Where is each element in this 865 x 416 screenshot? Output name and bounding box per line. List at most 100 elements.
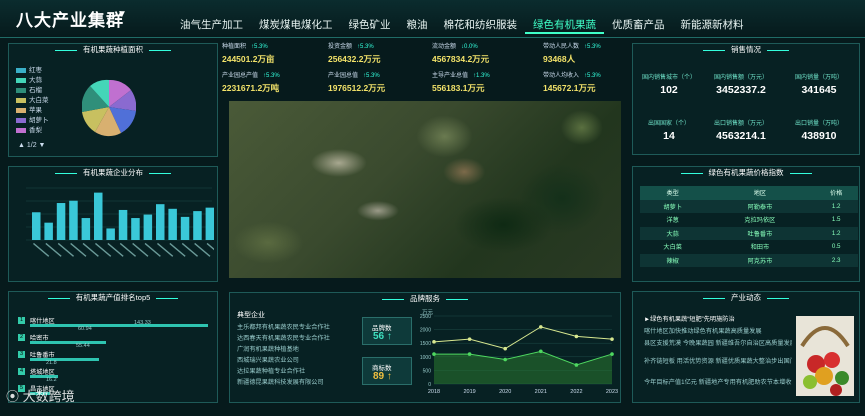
series-point[interactable] (503, 346, 507, 351)
series-area (434, 351, 612, 384)
company-item[interactable]: 主乐都邦有机果蔬农民专业合作社 (237, 322, 330, 331)
stat-park-value: 产业园总值 ↑5.3% 1976512.2万元 (328, 73, 386, 93)
legend-item[interactable]: 胡萝卜 (16, 114, 49, 124)
company-item[interactable]: 新疆德昆果蔬科技发展有限公司 (237, 377, 324, 386)
enterprise-bar[interactable] (180, 216, 190, 240)
news-item[interactable]: 今年目标产值1亿元 新疆地产专用有机肥助农节本增收 (644, 377, 792, 386)
news-item[interactable]: ►绿色有机果蔬“短肥”先明施防治 (644, 314, 792, 323)
y-tick-label: 1500 (420, 341, 431, 347)
enterprise-bar[interactable] (56, 203, 66, 240)
company-item[interactable]: 西城瑞兴果蔬农业公司 (237, 355, 299, 364)
brand-line-chart: 万元250020001500100050002018 2019 2020 2021 20… (420, 309, 618, 395)
series-point[interactable] (432, 340, 436, 344)
enterprise-panel-title: 有机果蔬企业分布 (9, 167, 217, 180)
enterprise-bar[interactable] (69, 200, 78, 240)
enterprise-bar-chart (26, 187, 214, 257)
news-item[interactable]: 补齐链短板 用活优势资源 新疆优质果蔬大整治步出国门 (644, 356, 792, 365)
company-item[interactable]: 达西春天有机果蔬农民专业合作社 (237, 333, 330, 342)
series-point[interactable] (539, 325, 543, 329)
page-title: 八大产业集群 (16, 11, 124, 30)
sales-domestic-cities: 国内销售城市（个） 102 (641, 75, 696, 96)
x-tick-label: 2021 (535, 389, 547, 395)
y-tick-label: 1000 (420, 355, 431, 361)
series-point[interactable] (574, 363, 579, 367)
company-item[interactable]: 达拉果蔬种植专业合作社 (237, 366, 305, 375)
sales-export-amount: 出口销售额（万元） 4563214.1 (713, 121, 768, 142)
table-row: 大蒜 吐鲁番市 1.2 (640, 226, 858, 240)
enterprise-bar[interactable] (131, 218, 140, 240)
satellite-map[interactable] (229, 101, 621, 278)
legend-swatch (16, 107, 26, 113)
legend-item[interactable]: 大蒜 (16, 74, 42, 84)
tab-coal[interactable]: 煤炭煤电煤化工 (251, 14, 341, 34)
table-row: 胡萝卜 阿勒泰市 1.2 (640, 199, 858, 213)
enterprise-bar[interactable] (143, 214, 153, 240)
legend-item[interactable]: 苹果 (16, 104, 42, 114)
series-point[interactable] (467, 337, 472, 341)
news-item[interactable]: 县区支援荒漠 今晚果蔬园 新疆维吾尔自治区高质量发展五问 (644, 338, 792, 347)
series-point[interactable] (574, 334, 579, 339)
price-table: 类型 地区 价格 胡萝卜 阿勒泰市 1.2 洋葱 克拉玛依区 1.5 大蒜 吐鲁番市 1.2 大… (640, 186, 858, 267)
tab-cotton[interactable]: 棉花和纺织服装 (436, 14, 526, 34)
table-row: 大白菜 和田市 0.5 (663, 243, 841, 252)
x-tick-label: 2018 (428, 389, 440, 395)
table-header-row: 类型 地区 价格 (640, 186, 858, 200)
legend-pager[interactable]: ▲ 1/2 ▼ (18, 142, 45, 149)
sales-domestic-volume: 国内销量（万吨） 341645 (794, 75, 843, 96)
enterprise-bar[interactable] (106, 228, 115, 240)
tab-mining[interactable]: 绿色矿业 (341, 14, 399, 34)
enterprise-bar[interactable] (205, 207, 214, 240)
y-tick-label: 0 (428, 382, 431, 388)
tab-new-energy[interactable]: 新能源新材料 (673, 14, 752, 34)
legend-swatch (16, 117, 26, 123)
news-item[interactable]: 喀什地区加快推动绿色有机果蔬高质量发展 (644, 326, 792, 335)
header: 八大产业集群 ▼ 油气生产加工 煤炭煤电煤化工 绿色矿业 粮油 棉花和纺织服装 … (0, 0, 865, 38)
series-point[interactable] (610, 337, 614, 341)
enterprise-bar[interactable] (156, 204, 165, 240)
enterprise-bar[interactable] (193, 211, 202, 240)
enterprise-bar[interactable] (32, 212, 41, 240)
legend-item[interactable]: 大白菜 (16, 94, 49, 104)
y-tick-label: 500 (423, 368, 432, 374)
news-panel-title: 产业动态 (633, 292, 859, 305)
sales-panel-title: 销售情况 (633, 44, 859, 57)
watermark: ⦿ 大数跨境 (6, 389, 75, 404)
y-tick-label: 2500 (420, 314, 431, 320)
series-point[interactable] (539, 349, 543, 354)
tab-oil-gas[interactable]: 油气生产加工 (172, 14, 251, 34)
company-item[interactable]: 广润有机果蔬种植基地 (237, 344, 299, 353)
table-row: 辣椒 阿克苏市 2.3 (640, 253, 858, 267)
stat-planting-area: 种植面积 ↑5.3% 244501.2万亩 (222, 44, 275, 64)
title-dropdown-icon[interactable]: ▼ (117, 9, 127, 20)
series-point[interactable] (610, 352, 614, 356)
legend-swatch (16, 77, 26, 83)
stat-investment: 投资金额 ↑5.3% 256432.2万元 (328, 44, 381, 64)
brand-count-box: 品牌数 56 ↑ (362, 317, 412, 345)
legend-item[interactable]: 香梨 (16, 124, 42, 134)
enterprise-bar[interactable] (81, 218, 91, 240)
tab-grain[interactable]: 粮油 (399, 14, 436, 34)
stat-income: 带动人均收入 ↑5.3% 145672.1万元 (543, 73, 601, 93)
legend-item[interactable]: 红枣 (16, 64, 42, 74)
industry-tabs: 油气生产加工 煤炭煤电煤化工 绿色矿业 粮油 棉花和纺织服装 绿色有机果蔬 优质… (172, 14, 752, 34)
stat-people: 带动人民人数 ↑5.3% 93468人 (543, 44, 601, 64)
rank-panel-title: 有机果蔬产值排名top5 (9, 292, 217, 305)
stat-flow: 流动金额 ↓0.0% 4567834.2万元 (432, 44, 490, 64)
series-point[interactable] (503, 357, 507, 362)
watermark-logo-icon: ⦿ (6, 389, 23, 404)
legend-swatch (16, 67, 26, 73)
enterprise-bar[interactable] (94, 192, 103, 240)
legend-item[interactable]: 石榴 (16, 84, 42, 94)
series-point[interactable] (432, 352, 436, 356)
tab-livestock[interactable]: 优质畜产品 (604, 14, 673, 34)
enterprise-bar[interactable] (44, 222, 53, 240)
sales-export-volume: 出口销量（万吨） 438910 (794, 121, 843, 142)
brand-panel-title: 品牌服务 (230, 293, 620, 306)
enterprise-bar[interactable] (118, 209, 128, 240)
stat-park-output: 产业园总产值 ↑5.3% 2231671.2万吨 (222, 73, 280, 93)
tab-organic-produce[interactable]: 绿色有机果蔬 (525, 14, 604, 34)
series-point[interactable] (467, 352, 472, 356)
typical-enterprise-title: 典型企业 (237, 312, 265, 319)
x-tick-label: 2019 (463, 389, 475, 395)
enterprise-bar[interactable] (168, 208, 177, 240)
